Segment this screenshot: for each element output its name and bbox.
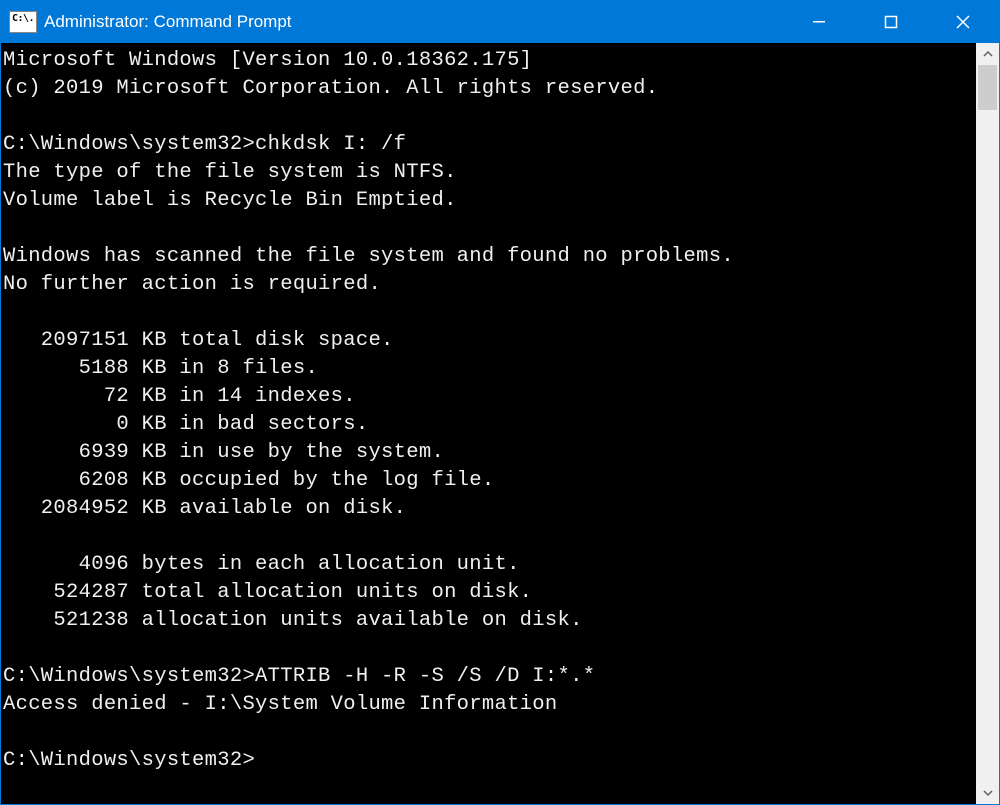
minimize-icon: [812, 15, 826, 29]
cmd-icon-text: C:\.: [12, 13, 34, 24]
chevron-up-icon: [983, 49, 993, 59]
scrollbar-down-button[interactable]: [976, 782, 999, 804]
cmd-icon: C:\.: [9, 11, 37, 33]
scrollbar[interactable]: [976, 43, 999, 804]
maximize-icon: [884, 15, 898, 29]
scrollbar-track[interactable]: [976, 65, 999, 782]
chevron-down-icon: [983, 788, 993, 798]
cmd-window: C:\. Administrator: Command Prompt: [0, 0, 1000, 805]
window-title: Administrator: Command Prompt: [44, 12, 783, 32]
maximize-button[interactable]: [855, 1, 927, 43]
titlebar[interactable]: C:\. Administrator: Command Prompt: [1, 1, 999, 43]
scrollbar-up-button[interactable]: [976, 43, 999, 65]
terminal-output[interactable]: Microsoft Windows [Version 10.0.18362.17…: [1, 43, 976, 804]
scrollbar-thumb[interactable]: [978, 65, 997, 110]
close-button[interactable]: [927, 1, 999, 43]
close-icon: [956, 15, 970, 29]
titlebar-controls: [783, 1, 999, 43]
minimize-button[interactable]: [783, 1, 855, 43]
content-area: Microsoft Windows [Version 10.0.18362.17…: [1, 43, 999, 804]
